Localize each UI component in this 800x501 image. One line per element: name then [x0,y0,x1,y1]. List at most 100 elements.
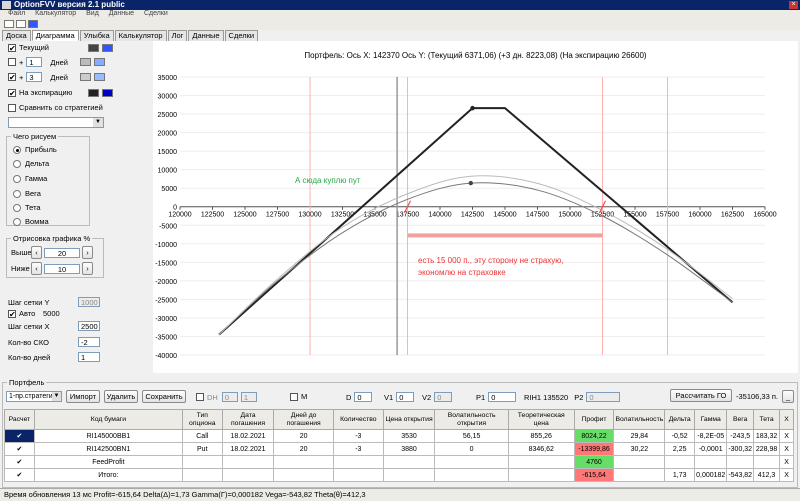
toolbar-color-blue[interactable] [28,20,38,28]
grid-y-input[interactable]: 1000 [78,297,100,307]
tab-smile[interactable]: Улыбка [79,30,114,41]
row-delete-button[interactable]: X [779,468,794,482]
col-header[interactable]: Дельта [664,409,696,430]
chevron-down-icon[interactable]: ▼ [52,392,61,401]
tab-data[interactable]: Данные [188,30,224,41]
cell-open-price[interactable]: 3530 [382,429,436,443]
plus3-color-swatch-2[interactable] [94,73,106,81]
m-checkbox[interactable] [290,392,298,401]
import-button[interactable]: Импорт [66,390,100,403]
plus1-color-swatch[interactable] [80,58,92,66]
chevron-down-icon[interactable]: ▼ [93,118,103,127]
compare-checkbox[interactable] [8,103,16,112]
row-delete-button[interactable]: X [779,442,794,456]
p1-input[interactable]: 0 [488,392,517,402]
radio-vomma[interactable] [13,217,21,226]
close-window-icon[interactable]: × [789,1,798,9]
col-header[interactable]: Расчет [4,409,35,430]
tab-calculator[interactable]: Калькулятор [114,30,167,41]
plus3-days-input[interactable]: 3 [26,72,43,82]
col-header[interactable]: Волатильность [613,409,666,430]
above-input[interactable]: 20 [44,247,80,258]
menu-item[interactable]: Калькулятор [35,10,76,17]
cell-open-vol: 56,15 [434,429,509,443]
col-header[interactable]: Цена открытия [382,409,436,430]
row-delete-button[interactable]: X [779,429,794,443]
below-increase-button[interactable]: › [82,262,93,275]
table-row[interactable]: ✔ RI145000BB1 Call 18.02.2021 20 -3 3530… [4,429,794,443]
auto-checkbox[interactable]: ✔ [8,309,16,318]
strategy-select[interactable]: 1-пр.стратегия ▼ [6,391,62,402]
tab-deals[interactable]: Сделки [224,30,259,41]
toolbar-color-white[interactable] [4,20,14,28]
table-row[interactable]: ✔ FeedProfit 4760 X [4,455,794,469]
menu-item[interactable]: Сделки [144,10,168,17]
col-header[interactable]: Тип опциона [181,409,223,430]
save-button[interactable]: Сохранить [142,390,186,403]
row-delete-button[interactable]: X [779,455,794,469]
plus3-checkbox[interactable]: ✔ [8,73,16,82]
tab-diagram[interactable]: Диаграмма [31,30,79,41]
sko-input[interactable]: -2 [78,337,100,347]
cell-qty[interactable]: -3 [332,429,384,443]
above-increase-button[interactable]: › [82,246,93,259]
plus1-color-swatch-2[interactable] [94,58,106,66]
col-header[interactable]: Вега [726,409,755,430]
dh-input-b[interactable]: 1 [240,392,257,402]
calc-checkbox[interactable]: ✔ [4,468,35,482]
expiry-color-swatch-2[interactable] [102,88,113,97]
col-header[interactable]: Гамма [694,409,728,430]
toolbar-color-white-2[interactable] [16,20,26,28]
col-header[interactable]: Волатильность открытия [434,409,509,430]
col-header[interactable]: Количество [332,409,384,430]
current-color-swatch-2[interactable] [102,43,113,52]
radio-vega[interactable] [13,189,21,198]
menu-item[interactable]: Данные [109,10,134,17]
above-decrease-button[interactable]: ‹ [31,246,42,259]
below-input[interactable]: 10 [44,263,80,274]
tab-board[interactable]: Доска [2,30,31,41]
calc-checkbox[interactable]: ✔ [4,442,35,456]
p2-input[interactable]: 0 [586,392,621,402]
col-header[interactable]: Теоретическая цена [507,409,575,430]
minimize-panel-button[interactable]: _ [782,390,794,403]
calc-margin-button[interactable]: Рассчитать ГО [670,389,732,402]
dh-checkbox[interactable] [196,393,204,401]
radio-theta[interactable] [13,203,21,212]
col-header[interactable]: Дата погашения [221,409,275,430]
plus3-color-swatch[interactable] [80,73,92,81]
expiry-checkbox[interactable]: ✔ [8,88,16,97]
radio-delta[interactable] [13,159,21,168]
v2-input[interactable]: 0 [434,392,453,402]
menu-item[interactable]: Вид [86,10,99,17]
current-color-swatch[interactable] [88,43,99,52]
current-checkbox[interactable]: ✔ [8,43,16,52]
dh-input-a[interactable]: 0 [221,392,238,402]
d-input[interactable]: 0 [354,392,373,402]
cell-qty[interactable]: -3 [332,442,384,456]
expiry-color-swatch[interactable] [88,88,99,97]
cell-open-price[interactable]: 3880 [382,442,436,456]
table-row[interactable]: ✔ RI142500BN1 Put 18.02.2021 20 -3 3880 … [4,442,794,456]
col-header[interactable]: X [779,409,794,430]
col-header[interactable]: Профит [573,409,615,430]
payoff-chart[interactable]: 35000 30000 25000 20000 15000 10000 5000 0 -5000… [153,41,798,373]
menu-item[interactable]: Файл [8,10,25,17]
col-header[interactable]: Код бумаги [33,409,183,430]
grid-x-input[interactable]: 2500 [78,321,100,331]
y-tick-label: -5000 [159,223,177,230]
delete-button[interactable]: Удалить [104,390,138,403]
below-decrease-button[interactable]: ‹ [31,262,42,275]
v1-input[interactable]: 0 [396,392,415,402]
plus1-days-input[interactable]: 1 [26,57,43,67]
radio-profit[interactable] [13,145,21,154]
plus1-checkbox[interactable] [8,58,16,66]
radio-gamma[interactable] [13,174,21,183]
calc-checkbox[interactable]: ✔ [4,455,35,469]
calc-checkbox[interactable]: ✔ [4,429,35,443]
ndays-input[interactable]: 1 [78,352,100,362]
col-header[interactable]: Дней до погашения [273,409,334,430]
col-header[interactable]: Тета [753,409,781,430]
strategy-compare-select[interactable]: ▼ [8,117,104,128]
tab-log[interactable]: Лог [167,30,188,41]
